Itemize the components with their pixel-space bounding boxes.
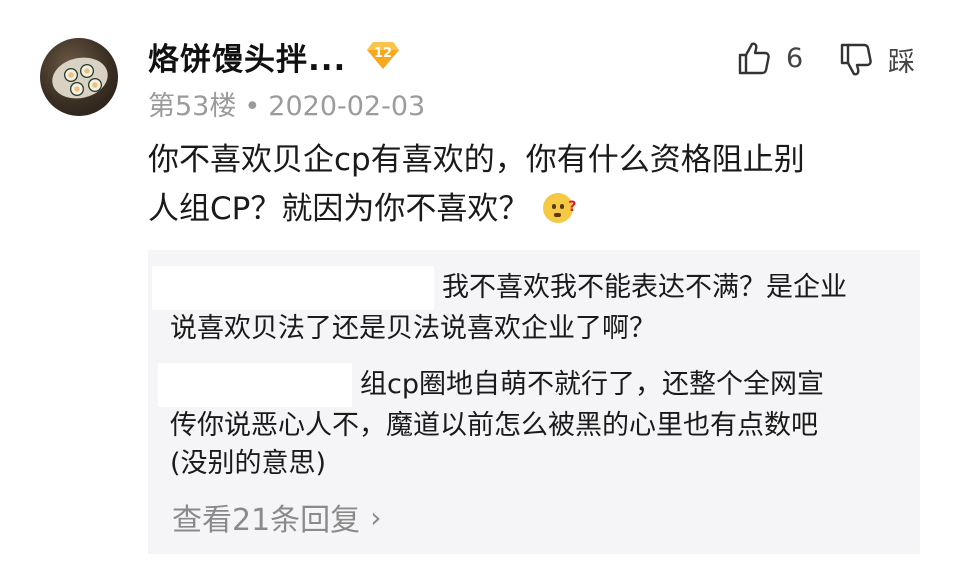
view-more-replies-link[interactable]: 查看21条回复 › — [172, 495, 381, 539]
reply-author-redacted — [152, 266, 434, 310]
level-badge: 12 — [366, 40, 400, 70]
reply-line: 组cp圈地自萌不就行了，还整个全网宣 — [158, 363, 898, 407]
avatar-food — [80, 64, 94, 78]
comment-text-line: 你不喜欢贝企cp有喜欢的，你有什么资格阻止别 — [148, 142, 805, 178]
like-count: 6 — [786, 42, 804, 74]
reply-text: 我不喜欢我不能表达不满？是企业 — [442, 272, 847, 303]
dislike-label: 踩 — [888, 47, 915, 78]
chevron-right-icon: › — [370, 500, 382, 534]
comment-date: 2020-02-03 — [268, 91, 426, 122]
reply-item[interactable]: 组cp圈地自萌不就行了，还整个全网宣 传你说恶心人不，魔道以前怎么被黑的心里也有… — [158, 363, 898, 483]
username[interactable]: 烙饼馒头拌... — [148, 34, 346, 79]
reply-text: 组cp圈地自萌不就行了，还整个全网宣 — [360, 369, 824, 400]
view-more-label: 查看21条回复 — [172, 503, 361, 538]
comment-meta: 第53楼 • 2020-02-03 — [148, 84, 425, 123]
reply-line: (没别的意思) — [170, 448, 327, 479]
user-avatar[interactable] — [40, 38, 118, 116]
reply-line: 传你说恶心人不，魔道以前怎么被黑的心里也有点数吧 — [170, 410, 818, 441]
reply-line: 我不喜欢我不能表达不满？是企业 — [152, 266, 898, 310]
comment-body: 你不喜欢贝企cp有喜欢的，你有什么资格阻止别 人组CP？就因为你不喜欢？? — [148, 136, 918, 234]
like-button[interactable]: 6 — [736, 40, 803, 76]
reply-item[interactable]: 我不喜欢我不能表达不满？是企业 说喜欢贝法了还是贝法说喜欢企业了啊？ — [152, 266, 898, 348]
reply-line: 说喜欢贝法了还是贝法说喜欢企业了啊？ — [170, 313, 656, 344]
thumbs-up-icon — [738, 42, 770, 75]
floor-number: 第53楼 — [148, 91, 237, 122]
avatar-food — [88, 78, 102, 92]
meta-separator: • — [244, 91, 261, 122]
reply-list: 我不喜欢我不能表达不满？是企业 说喜欢贝法了还是贝法说喜欢企业了啊？ 组cp圈地… — [148, 250, 920, 554]
avatar-food — [70, 82, 84, 96]
reply-author-redacted — [158, 363, 352, 407]
thumbs-down-icon — [840, 43, 872, 75]
level-number: 12 — [373, 46, 393, 61]
avatar-plate — [48, 52, 112, 104]
dislike-button[interactable]: 踩 — [838, 40, 915, 79]
comment-text: 人组CP？就因为你不喜欢？ — [148, 191, 530, 227]
comment-text-line: 人组CP？就因为你不喜欢？? — [148, 185, 918, 234]
thinking-face-icon: ? — [543, 193, 576, 223]
avatar-food — [64, 68, 78, 82]
